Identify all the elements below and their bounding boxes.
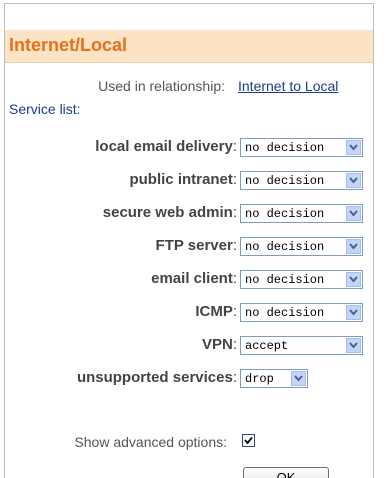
select-value: no decision	[245, 240, 325, 254]
relationship-link[interactable]: Internet to Local	[238, 78, 338, 94]
service-row-ftp-server: FTP server: no decision	[5, 234, 373, 260]
chevron-down-icon[interactable]	[346, 206, 361, 221]
chevron-down-icon[interactable]	[291, 371, 306, 386]
service-label: VPN	[201, 336, 233, 353]
service-label: FTP server	[155, 237, 233, 254]
chevron-down-icon[interactable]	[346, 305, 361, 320]
panel-header: Internet/Local	[5, 30, 373, 63]
service-row-unsupported-services: unsupported services: drop	[5, 366, 373, 392]
service-row-local-email-delivery: local email delivery: no decision	[5, 135, 373, 161]
relationship-label: Used in relationship:	[98, 78, 225, 94]
service-select-unsupported-services[interactable]: drop	[240, 369, 308, 388]
service-label: public intranet	[129, 171, 233, 188]
advanced-options-label: Show advanced options:	[74, 434, 227, 450]
service-select-ftp-server[interactable]: no decision	[240, 237, 363, 256]
service-list-heading: Service list:	[9, 101, 81, 117]
chevron-down-icon[interactable]	[346, 173, 361, 188]
chevron-down-icon[interactable]	[346, 338, 361, 353]
select-value: no decision	[245, 306, 325, 320]
service-select-local-email-delivery[interactable]: no decision	[240, 138, 363, 157]
select-value: no decision	[245, 207, 325, 221]
select-value: drop	[245, 372, 274, 386]
advanced-options-checkbox[interactable]	[242, 434, 255, 447]
service-label: unsupported services	[76, 369, 233, 386]
ok-button[interactable]: OK	[243, 467, 329, 478]
service-select-icmp[interactable]: no decision	[240, 303, 363, 322]
service-select-secure-web-admin[interactable]: no decision	[240, 204, 363, 223]
service-label: ICMP	[195, 303, 233, 320]
service-row-public-intranet: public intranet: no decision	[5, 168, 373, 194]
service-settings-panel: Internet/Local Used in relationship: Int…	[4, 3, 374, 478]
select-value: accept	[245, 339, 289, 353]
service-row-email-client: email client: no decision	[5, 267, 373, 293]
service-label: email client	[151, 270, 233, 287]
chevron-down-icon[interactable]	[346, 272, 361, 287]
select-value: no decision	[245, 141, 325, 155]
service-row-vpn: VPN: accept	[5, 333, 373, 359]
checkmark-icon	[244, 436, 253, 445]
select-value: no decision	[245, 174, 325, 188]
service-label: secure web admin	[102, 204, 233, 221]
service-row-secure-web-admin: secure web admin: no decision	[5, 201, 373, 227]
service-row-icmp: ICMP: no decision	[5, 300, 373, 326]
service-select-public-intranet[interactable]: no decision	[240, 171, 363, 190]
service-select-vpn[interactable]: accept	[240, 336, 363, 355]
service-select-email-client[interactable]: no decision	[240, 270, 363, 289]
service-label: local email delivery	[95, 138, 233, 155]
panel-title: Internet/Local	[9, 35, 128, 55]
chevron-down-icon[interactable]	[346, 239, 361, 254]
chevron-down-icon[interactable]	[346, 140, 361, 155]
select-value: no decision	[245, 273, 325, 287]
